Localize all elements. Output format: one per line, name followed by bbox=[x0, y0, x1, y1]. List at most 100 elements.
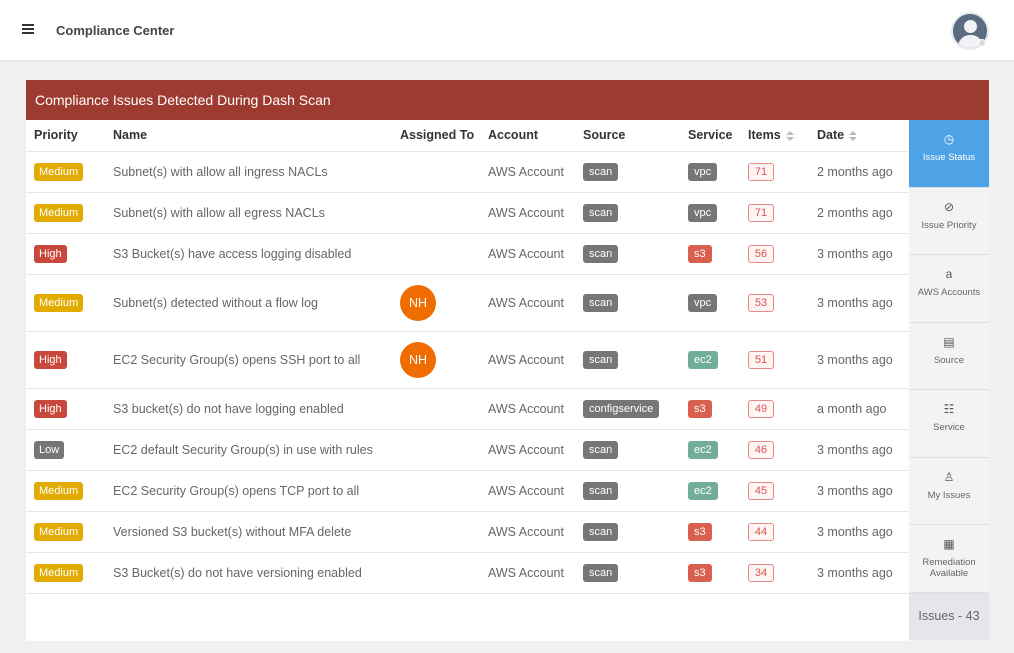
source-cell: scan bbox=[575, 470, 680, 512]
col-date-label: Date bbox=[817, 128, 845, 143]
table-row[interactable]: Medium Versioned S3 bucket(s) without MFA… bbox=[26, 511, 909, 553]
table-row[interactable]: High S3 Bucket(s) have access logging dis… bbox=[26, 233, 909, 275]
issues-card: Compliance Issues Detected During Dash S… bbox=[26, 80, 989, 641]
table-row[interactable]: Medium S3 Bucket(s) do not have versionin… bbox=[26, 552, 909, 594]
sidebar-item-label: Issue Priority bbox=[921, 219, 977, 231]
service-badge: ec2 bbox=[688, 350, 718, 369]
user-icon: ♙ bbox=[943, 469, 955, 484]
assigned-cell bbox=[392, 470, 480, 512]
account-cell: AWS Account bbox=[480, 470, 575, 512]
priority-badge: Medium bbox=[34, 522, 84, 541]
status-dot-icon bbox=[978, 39, 986, 47]
source-badge: scan bbox=[583, 522, 619, 541]
table-row[interactable]: Medium Subnet(s) with allow all egress NA… bbox=[26, 192, 909, 234]
table-row[interactable]: Medium Subnet(s) detected without a flow … bbox=[26, 274, 909, 332]
service-badge: s3 bbox=[688, 244, 712, 263]
priority-badge: High bbox=[34, 350, 67, 369]
service-cell: ec2 bbox=[680, 331, 740, 389]
col-date[interactable]: Date bbox=[809, 120, 909, 152]
table-row[interactable]: Medium EC2 Security Group(s) opens TCP po… bbox=[26, 470, 909, 512]
issue-name[interactable]: Versioned S3 bucket(s) without MFA delet… bbox=[105, 511, 392, 553]
service-badge: vpc bbox=[688, 203, 718, 222]
service-badge: ec2 bbox=[688, 481, 718, 500]
issue-name[interactable]: S3 Bucket(s) have access logging disable… bbox=[105, 233, 392, 275]
date-cell: 3 months ago bbox=[809, 429, 909, 471]
date-cell: 2 months ago bbox=[809, 151, 909, 193]
sort-icon[interactable] bbox=[785, 130, 794, 141]
col-name: Name bbox=[105, 120, 392, 152]
account-cell: AWS Account bbox=[480, 388, 575, 430]
source-badge: scan bbox=[583, 481, 619, 500]
compass-icon: ⊘ bbox=[943, 199, 955, 214]
source-cell: scan bbox=[575, 429, 680, 471]
issue-name[interactable]: EC2 Security Group(s) opens SSH port to … bbox=[105, 331, 392, 389]
items-count[interactable]: 45 bbox=[748, 481, 774, 500]
sidebar-item-aws-accounts[interactable]: a AWS Accounts bbox=[909, 255, 989, 323]
sidebar-item-source[interactable]: ▤ Source bbox=[909, 323, 989, 390]
items-count[interactable]: 71 bbox=[748, 203, 774, 222]
sidebar-item-issue-priority[interactable]: ⊘ Issue Priority bbox=[909, 188, 989, 255]
issue-name[interactable]: S3 bucket(s) do not have logging enabled bbox=[105, 388, 392, 430]
items-cell: 56 bbox=[740, 233, 809, 275]
col-source: Source bbox=[575, 120, 680, 152]
sidebar-item-issue-status[interactable]: ◷ Issue Status bbox=[909, 120, 989, 188]
account-cell: AWS Account bbox=[480, 151, 575, 193]
service-cell: vpc bbox=[680, 192, 740, 234]
sidebar-item-remediation-available[interactable]: ▦ Remediation Available bbox=[909, 525, 989, 593]
items-count[interactable]: 34 bbox=[748, 563, 774, 582]
service-cell: s3 bbox=[680, 511, 740, 553]
priority-badge: High bbox=[34, 244, 67, 263]
sidebar-item-my-issues[interactable]: ♙ My Issues bbox=[909, 458, 989, 525]
table-row[interactable]: Low EC2 default Security Group(s) in use … bbox=[26, 429, 909, 471]
items-cell: 45 bbox=[740, 470, 809, 512]
items-count[interactable]: 46 bbox=[748, 440, 774, 459]
priority-badge: Medium bbox=[34, 203, 84, 222]
issue-name[interactable]: S3 Bucket(s) do not have versioning enab… bbox=[105, 552, 392, 594]
list-icon: ▤ bbox=[943, 334, 955, 349]
priority-cell: Medium bbox=[26, 552, 105, 594]
hamburger-menu-icon[interactable] bbox=[22, 24, 36, 36]
items-count[interactable]: 44 bbox=[748, 522, 774, 541]
service-badge: s3 bbox=[688, 522, 712, 541]
sidebar-item-service[interactable]: ☷ Service bbox=[909, 390, 989, 458]
priority-cell: High bbox=[26, 388, 105, 430]
source-cell: scan bbox=[575, 511, 680, 553]
sort-icon[interactable] bbox=[849, 130, 858, 141]
table-row[interactable]: Medium Subnet(s) with allow all ingress N… bbox=[26, 151, 909, 193]
items-count[interactable]: 56 bbox=[748, 244, 774, 263]
clock-icon: ◷ bbox=[943, 132, 955, 146]
assignee-avatar[interactable]: NH bbox=[400, 341, 436, 378]
assigned-cell bbox=[392, 511, 480, 553]
assigned-cell: NH bbox=[392, 331, 480, 389]
items-count[interactable]: 51 bbox=[748, 350, 774, 369]
items-count[interactable]: 71 bbox=[748, 162, 774, 181]
table-row[interactable]: High S3 bucket(s) do not have logging ena… bbox=[26, 388, 909, 430]
source-badge: scan bbox=[583, 162, 619, 181]
account-cell: AWS Account bbox=[480, 552, 575, 594]
issue-name[interactable]: Subnet(s) with allow all egress NACLs bbox=[105, 192, 392, 234]
issue-name[interactable]: EC2 default Security Group(s) in use wit… bbox=[105, 429, 392, 471]
date-cell: 2 months ago bbox=[809, 192, 909, 234]
account-cell: AWS Account bbox=[480, 429, 575, 471]
items-count[interactable]: 53 bbox=[748, 293, 774, 312]
items-count[interactable]: 49 bbox=[748, 399, 774, 418]
priority-cell: Low bbox=[26, 429, 105, 471]
issue-name[interactable]: EC2 Security Group(s) opens TCP port to … bbox=[105, 470, 392, 512]
top-bar: Compliance Center bbox=[0, 0, 1014, 61]
issue-name[interactable]: Subnet(s) detected without a flow log bbox=[105, 274, 392, 332]
service-badge: vpc bbox=[688, 162, 718, 181]
col-items[interactable]: Items bbox=[740, 120, 809, 152]
items-cell: 51 bbox=[740, 331, 809, 389]
col-account: Account bbox=[480, 120, 575, 152]
source-badge: scan bbox=[583, 203, 619, 222]
account-cell: AWS Account bbox=[480, 233, 575, 275]
priority-cell: Medium bbox=[26, 470, 105, 512]
source-badge: scan bbox=[583, 563, 619, 582]
issue-name[interactable]: Subnet(s) with allow all ingress NACLs bbox=[105, 151, 392, 193]
date-cell: 3 months ago bbox=[809, 552, 909, 594]
service-badge: vpc bbox=[688, 293, 718, 312]
table-row[interactable]: High EC2 Security Group(s) opens SSH port… bbox=[26, 331, 909, 389]
items-cell: 34 bbox=[740, 552, 809, 594]
sidebar-item-label: AWS Accounts bbox=[917, 287, 981, 298]
assignee-avatar[interactable]: NH bbox=[400, 284, 436, 321]
